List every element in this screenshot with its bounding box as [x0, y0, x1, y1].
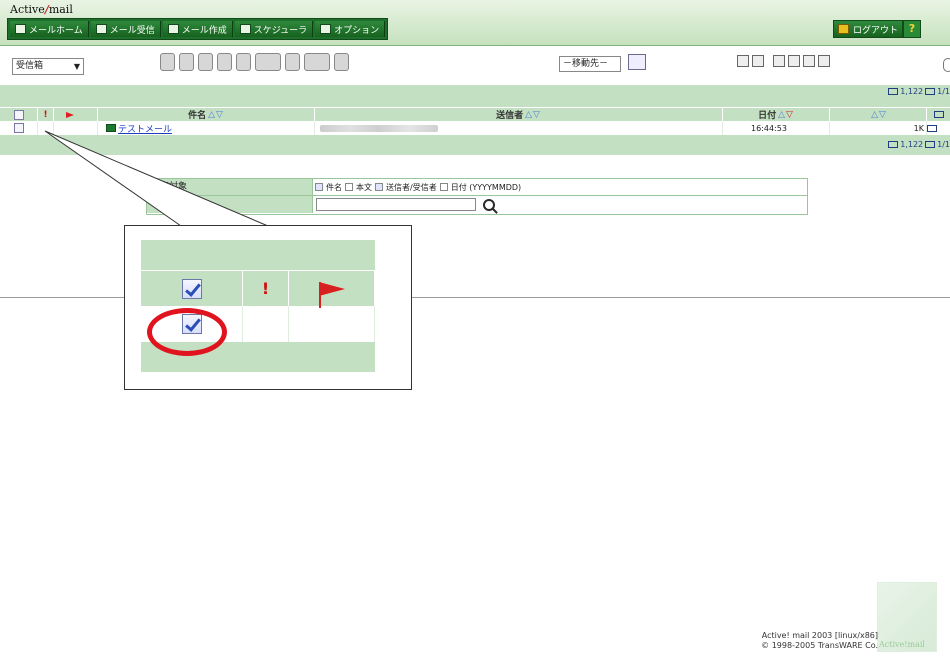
flag-icon: [318, 281, 345, 308]
copyright: Active! mail 2003 [linux/x86] © 1998-200…: [761, 631, 878, 651]
zoom-select-all-checkbox: [181, 278, 202, 299]
copyright-line-2: © 1998-2005 TransWARE Co.: [761, 641, 878, 650]
watermark-text: Active!mail: [879, 640, 925, 649]
zoom-select-cell: [141, 271, 243, 306]
zoom-row-importance-cell: [243, 306, 289, 342]
zoom-callout: !: [124, 225, 412, 390]
zoom-row-flag-cell: [289, 306, 375, 342]
highlight-circle: [147, 308, 227, 356]
zoom-top-band: [141, 240, 375, 270]
zoom-importance-cell: !: [243, 271, 289, 306]
zoom-flag-cell: [289, 271, 375, 308]
importance-icon: !: [261, 279, 270, 298]
zoom-header-row: !: [141, 270, 375, 308]
copyright-line-1: Active! mail 2003 [linux/x86]: [761, 631, 878, 640]
app-root: Active/mail メールホーム メール受信 メール作成 スケジューラ オプ…: [0, 0, 950, 659]
